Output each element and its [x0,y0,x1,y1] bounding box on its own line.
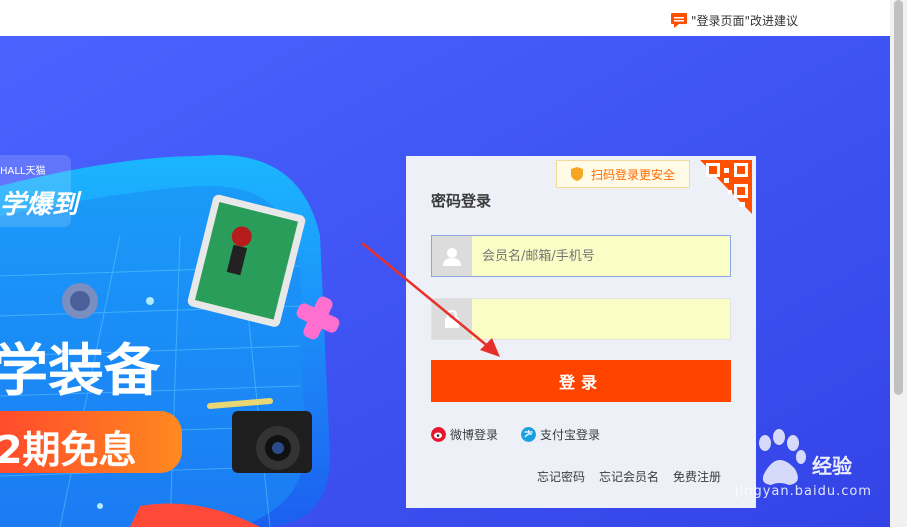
weibo-login-link[interactable]: 微博登录 [431,426,498,443]
username-input[interactable] [472,236,730,276]
slogan-text: 学爆到 [0,190,79,220]
register-link[interactable]: 免费注册 [673,468,721,485]
camera-illustration [232,411,312,473]
headline-text: 学装备 [0,339,160,404]
feedback-label: "登录页面"改进建议 [690,14,798,28]
scrollbar-thumb[interactable] [894,0,903,395]
watermark-brand: 经验 [812,454,852,478]
login-title: 密码登录 [431,192,492,210]
annotation-arrow-icon [361,242,500,357]
alipay-icon [521,427,536,442]
weibo-icon [431,427,446,442]
feedback-link[interactable]: "登录页面"改进建议 [670,12,798,29]
forgot-username-link[interactable]: 忘记会员名 [599,468,659,485]
comment-icon [670,13,687,28]
alipay-login-label: 支付宝登录 [540,428,601,442]
alipay-login-link[interactable]: 支付宝登录 [521,426,600,443]
watermark-url: jingyan.baidu.com [735,484,872,499]
password-input[interactable] [472,299,730,339]
weibo-login-label: 微博登录 [450,428,499,442]
qr-tip[interactable]: 扫码登录更安全 [556,160,690,188]
top-bar: "登录页面"改进建议 [0,0,890,36]
qr-code-icon[interactable] [700,160,752,214]
promo-text: 2期免息 [0,428,137,472]
brand-small: HALL天猫 [0,166,46,177]
forgot-password-link[interactable]: 忘记密码 [537,468,585,485]
qr-tip-label: 扫码登录更安全 [591,167,676,182]
login-footer-links: 忘记密码 忘记会员名 免费注册 [537,468,721,485]
page-scrollbar[interactable] [890,0,907,527]
shield-icon [571,167,583,181]
login-button[interactable]: 登录 [431,360,731,402]
